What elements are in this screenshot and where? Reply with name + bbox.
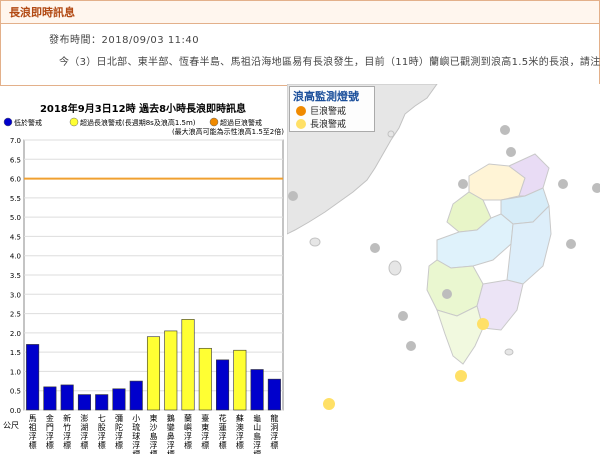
bar: [26, 344, 40, 411]
legend-huge-wave: 巨浪警戒: [296, 104, 346, 117]
map-svg: [286, 83, 600, 454]
x-tick-label: 臺東浮標: [201, 413, 209, 450]
y-tick-label: 2.5: [10, 311, 21, 319]
yellow-dot-icon: [296, 118, 306, 129]
legend-dot-icon: [209, 117, 219, 127]
y-tick-label: 3.0: [10, 291, 21, 299]
notice-text: 今（3）日北部、東半部、恆春半島、馬祖沿海地區易有長浪發生，目前（11時）蘭嶼已…: [59, 57, 600, 68]
chart-note: (最大浪高可能為示性浪高1.5至2倍): [172, 127, 284, 136]
y-tick-label: 5.0: [10, 214, 21, 222]
y-tick-label: 3.5: [10, 272, 21, 280]
bar: [146, 336, 161, 411]
bar: [43, 386, 57, 411]
y-axis-unit: 公尺: [3, 421, 19, 430]
x-tick-label: 花蓮浮標: [219, 413, 227, 450]
bar: [216, 359, 230, 411]
x-tick-label: 金門浮標: [46, 413, 54, 450]
y-tick-label: 1.0: [10, 368, 21, 376]
bar: [129, 380, 143, 411]
x-tick-label: 澎湖浮標: [80, 413, 88, 450]
y-tick-label: 0.0: [10, 407, 21, 415]
panel-header: 長浪即時訊息: [1, 1, 599, 24]
lanyu-island: [504, 348, 514, 356]
kinmen-island: [309, 237, 321, 247]
chart-svg: 2018年9月3日12時 過去8小時長浪即時訊息低於警戒 超過長浪警戒(長週期8s…: [3, 102, 284, 458]
x-tick-label: 馬祖浮標: [29, 414, 37, 450]
y-tick-label: 0.5: [10, 388, 21, 396]
bar: [233, 349, 247, 411]
bar: [164, 330, 178, 411]
bar: [250, 369, 264, 411]
y-tick-label: 6.0: [10, 176, 21, 184]
bar: [198, 347, 212, 411]
legend-dot-icon: [69, 117, 79, 127]
bar: [77, 394, 91, 411]
bar: [60, 384, 74, 411]
x-tick-label: 小琉球浮標: [132, 414, 140, 454]
y-tick-label: 7.0: [10, 137, 21, 145]
x-tick-label: 龍洞浮標: [270, 413, 278, 450]
bar: [181, 319, 195, 411]
publish-time: 發布時間：2018/09/03 11:40: [49, 35, 200, 46]
x-tick-label: 龜山島浮標: [253, 413, 261, 454]
x-tick-label: 蘇澳浮標: [236, 413, 244, 450]
x-tick-label: 七股浮標: [98, 414, 106, 450]
x-tick-label: 蘭嶼浮標: [184, 413, 192, 450]
y-tick-label: 5.5: [10, 195, 21, 203]
legend-label: 低於警戒: [14, 118, 42, 127]
legend-long-wave: 長浪警戒: [296, 117, 346, 130]
y-tick-label: 1.5: [10, 349, 21, 357]
bar: [112, 388, 126, 411]
x-tick-label: 東沙島浮標: [150, 413, 158, 454]
buoy-warning-eluanbi[interactable]: [455, 370, 467, 382]
wave-chart: 2018年9月3日12時 過去8小時長浪即時訊息低於警戒 超過長浪警戒(長週期8s…: [0, 100, 287, 458]
map-legend-title: 浪高監測燈號: [293, 90, 359, 103]
bar: [95, 394, 109, 411]
chart-title: 2018年9月3日12時 過去8小時長浪即時訊息: [40, 102, 246, 115]
panel-title: 長浪即時訊息: [9, 6, 75, 19]
buoy-warning-lanyu[interactable]: [477, 318, 489, 330]
x-tick-label: 鵝鑾鼻浮標: [167, 413, 175, 454]
map-legend: 浪高監測燈號 巨浪警戒 長浪警戒: [289, 86, 375, 132]
y-tick-label: 4.0: [10, 253, 21, 261]
monitor-map[interactable]: 浪高監測燈號 巨浪警戒 長浪警戒: [286, 83, 600, 454]
bar: [267, 378, 281, 411]
legend-dot-icon: [3, 117, 13, 127]
matsu-island: [387, 130, 395, 138]
legend-label: 超過巨浪警戒: [220, 118, 262, 127]
orange-dot-icon: [296, 105, 306, 116]
x-tick-label: 新竹浮標: [63, 413, 71, 450]
x-tick-label: 彌陀浮標: [115, 414, 123, 450]
y-tick-label: 6.5: [10, 156, 21, 164]
y-tick-label: 4.5: [10, 233, 21, 241]
y-tick-label: 2.0: [10, 330, 21, 338]
buoy-warning-dongsha[interactable]: [323, 398, 335, 410]
legend-label: 超過長浪警戒(長週期8s及浪高1.5m): [80, 118, 196, 127]
info-panel: 長浪即時訊息 發布時間：2018/09/03 11:40 今（3）日北部、東半部…: [0, 0, 600, 86]
penghu-island: [388, 260, 402, 276]
